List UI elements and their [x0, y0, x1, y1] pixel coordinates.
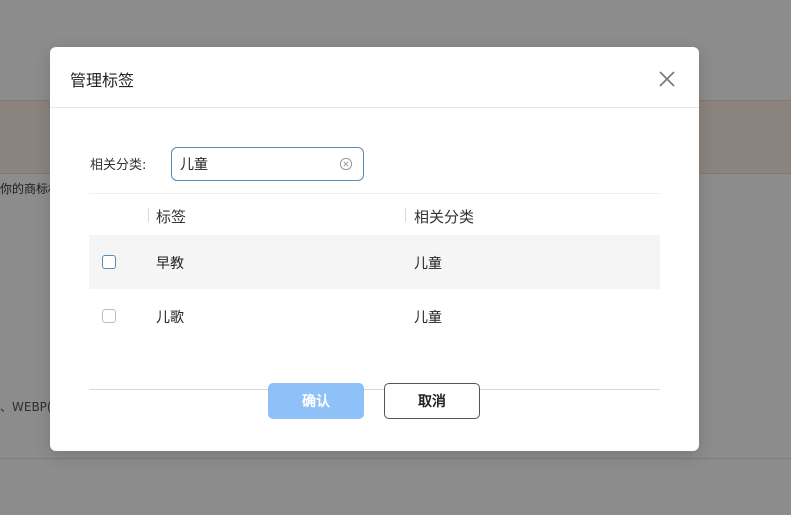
manage-tags-dialog: 管理标签 相关分类: 标签 相关分类 早教 儿童: [50, 47, 699, 451]
category-cell: 儿童: [414, 310, 442, 326]
column-separator: [405, 208, 406, 222]
tag-cell: 儿歌: [156, 310, 184, 326]
row-checkbox[interactable]: [102, 309, 116, 323]
column-header-category: 相关分类: [414, 208, 475, 226]
tag-cell: 早教: [156, 256, 184, 272]
close-button[interactable]: [655, 67, 679, 91]
category-filter-field[interactable]: [171, 147, 364, 181]
clear-icon[interactable]: [339, 157, 353, 171]
category-filter-label: 相关分类:: [90, 158, 147, 173]
column-header-tag: 标签: [156, 208, 187, 226]
column-separator: [148, 208, 149, 222]
table-row[interactable]: 儿歌 儿童: [89, 289, 660, 343]
confirm-button[interactable]: 确认: [268, 383, 364, 419]
category-filter-input[interactable]: [180, 148, 335, 180]
table-bottom-border: [89, 389, 660, 390]
close-icon: [659, 71, 675, 87]
dialog-title: 管理标签: [70, 71, 135, 90]
dialog-header: 管理标签: [50, 47, 699, 108]
cancel-button[interactable]: 取消: [384, 383, 480, 419]
table-header: 标签 相关分类: [89, 193, 660, 234]
row-checkbox[interactable]: [102, 255, 116, 269]
category-cell: 儿童: [414, 256, 442, 272]
table-row[interactable]: 早教 儿童: [89, 235, 660, 289]
